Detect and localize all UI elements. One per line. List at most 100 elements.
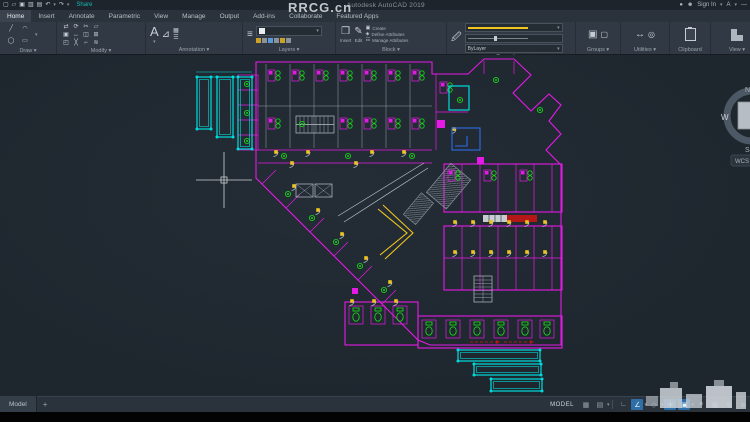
tab-insert[interactable]: Insert bbox=[31, 10, 61, 22]
viewcube[interactable]: W N S WCS ▾ bbox=[721, 87, 750, 167]
panel-label-view[interactable]: View ▾ bbox=[711, 47, 750, 54]
slider-handle[interactable] bbox=[493, 35, 497, 41]
user-icon[interactable]: ☻ bbox=[687, 2, 693, 8]
undo-caret-icon[interactable]: ▾ bbox=[53, 2, 56, 8]
explode-tool-icon[interactable]: ≋ bbox=[93, 40, 98, 46]
tab-add-ins[interactable]: Add-ins bbox=[246, 10, 282, 22]
layer-tool-icon[interactable] bbox=[273, 38, 279, 43]
linetype-dropdown[interactable]: ByLayer ▾ bbox=[464, 44, 563, 53]
fillet-tool-icon[interactable]: ◫ bbox=[83, 32, 89, 38]
trim-tool-icon[interactable]: ✂ bbox=[83, 24, 88, 30]
help-sphere-icon[interactable]: ● bbox=[679, 2, 683, 8]
app-caret-icon[interactable]: ▾ bbox=[734, 2, 737, 8]
insert-block-button[interactable]: ❒ Insert bbox=[340, 26, 351, 43]
move-tool-icon[interactable]: ⇄ bbox=[63, 24, 68, 30]
line-tool-icon[interactable]: ╱ bbox=[9, 26, 13, 32]
model-space-label[interactable]: MODEL bbox=[550, 402, 574, 408]
tab-view[interactable]: View bbox=[147, 10, 175, 22]
scale-tool-icon[interactable]: ◰ bbox=[63, 40, 69, 46]
panel-label-block[interactable]: Block ▾ bbox=[336, 47, 446, 54]
group-icon[interactable]: ▣ bbox=[588, 29, 597, 40]
accents-layer bbox=[451, 127, 534, 344]
panel-properties: 🖉 ▾ ByLayer ▾ bbox=[447, 22, 576, 60]
layer-dropdown[interactable]: ▾ bbox=[255, 26, 322, 36]
paste-icon[interactable] bbox=[684, 27, 696, 41]
sign-in-caret-icon[interactable]: ▾ bbox=[720, 2, 723, 8]
panel-label-modify[interactable]: Modify ▾ bbox=[57, 48, 145, 55]
grid-display-toggle[interactable]: ▦ bbox=[580, 399, 592, 410]
text-caret-icon[interactable]: ▾ bbox=[153, 39, 156, 45]
draw-flyout-caret-icon[interactable]: ▾ bbox=[35, 32, 38, 38]
tab-home[interactable]: Home bbox=[0, 10, 32, 22]
layer-properties-icon[interactable]: ≡ bbox=[247, 29, 253, 40]
redo-icon[interactable]: ↷ bbox=[59, 2, 64, 8]
layer-tool-icon[interactable] bbox=[285, 38, 291, 43]
manage-attributes-button[interactable]: ☷ Manage Attributes bbox=[366, 38, 409, 44]
tab-parametric[interactable]: Parametric bbox=[102, 10, 147, 22]
panel-label-clipboard[interactable]: Clipboard bbox=[670, 47, 710, 54]
open-icon[interactable]: ▱ bbox=[12, 2, 17, 8]
arc-tool-icon[interactable]: ◠ bbox=[22, 26, 27, 32]
new-layout-button[interactable]: + bbox=[37, 400, 54, 409]
minimize-button[interactable]: — bbox=[741, 2, 747, 8]
panel-modify: ⇄ ⟳ ✂ ▱ ▣ ↔ ◫ ⊞ ◰ ╳ ⌐ ≋ Modify ▾ bbox=[57, 22, 146, 54]
offset-tool-icon[interactable]: ⌐ bbox=[84, 40, 88, 46]
stretch-tool-icon[interactable]: ↔ bbox=[73, 32, 79, 38]
layer-color-swatch bbox=[258, 28, 265, 34]
undo-icon[interactable]: ↶ bbox=[45, 2, 50, 8]
redo-caret-icon[interactable]: ▾ bbox=[67, 2, 70, 8]
array-tool-icon[interactable]: ⊞ bbox=[93, 32, 98, 38]
model-layout-tab[interactable]: Model bbox=[0, 396, 37, 413]
sign-in-label[interactable]: Sign In bbox=[697, 2, 716, 8]
drawing-canvas[interactable]: W N S WCS ▾ bbox=[0, 55, 750, 396]
base-view-icon[interactable] bbox=[731, 28, 743, 41]
table-tool-icon[interactable]: ▦ bbox=[173, 28, 179, 34]
panel-groups: ▣ ▢ Groups ▾ bbox=[576, 22, 621, 54]
measure-icon[interactable]: ↔ bbox=[635, 29, 645, 40]
layer-tools bbox=[255, 38, 291, 43]
define-attributes-button[interactable]: ◈ Define Attributes bbox=[366, 32, 409, 38]
panel-label-groups[interactable]: Groups ▾ bbox=[576, 47, 620, 54]
autocad-window: ▢ ▱ ▣ ▥ ▤ ↶ ▾ ↷ ▾ Share Autodesk AutoCAD… bbox=[0, 0, 750, 422]
tab-manage[interactable]: Manage bbox=[175, 10, 213, 22]
new-drawing-icon[interactable]: ▢ bbox=[3, 2, 9, 8]
share-button[interactable]: Share bbox=[76, 2, 92, 8]
snap-mode-toggle[interactable]: ▤ bbox=[594, 399, 606, 410]
tab-output[interactable]: Output bbox=[213, 10, 247, 22]
autodesk-app-icon[interactable]: A bbox=[726, 2, 730, 8]
dimension-tool-icon[interactable]: ⊿ bbox=[162, 29, 170, 40]
status-bar: Model + MODEL ▦ ▤ ▾ ∟ ∠ ▾ ◇ ▾ ✛ ▣ ▾ ≡ ▩ … bbox=[0, 396, 750, 413]
panel-label-layers[interactable]: Layers ▾ bbox=[243, 47, 335, 54]
match-properties-icon[interactable]: 🖉 bbox=[451, 33, 462, 43]
layer-tool-icon[interactable] bbox=[261, 38, 267, 43]
save-icon[interactable]: ▣ bbox=[19, 2, 25, 8]
panel-label-annotation[interactable]: Annotation ▾ bbox=[146, 47, 242, 54]
viewcube-west-label: W bbox=[721, 113, 729, 122]
ortho-mode-toggle[interactable]: ∟ bbox=[617, 399, 629, 410]
layer-tool-icon[interactable] bbox=[267, 38, 273, 43]
rectangle-tool-icon[interactable]: ▭ bbox=[22, 38, 28, 44]
erase-tool-icon[interactable]: ╳ bbox=[74, 40, 78, 46]
leader-tool-icon[interactable]: ☰ bbox=[173, 35, 178, 41]
tab-annotate[interactable]: Annotate bbox=[62, 10, 102, 22]
panel-label-draw[interactable]: Draw ▾ bbox=[0, 48, 56, 55]
crosshair-cursor bbox=[196, 152, 252, 208]
copy-tool-icon[interactable]: ▣ bbox=[63, 32, 69, 38]
save-as-icon[interactable]: ▥ bbox=[28, 2, 34, 8]
plot-icon[interactable]: ▤ bbox=[37, 2, 43, 8]
watermark-logo bbox=[642, 380, 750, 412]
circle-tool-icon[interactable]: ◯ bbox=[8, 38, 15, 44]
edit-block-button[interactable]: ✎ Edit bbox=[354, 26, 362, 43]
ungroup-icon[interactable]: ▢ bbox=[600, 30, 608, 39]
transparency-slider[interactable] bbox=[464, 33, 563, 43]
quick-select-icon[interactable]: ◎ bbox=[648, 30, 655, 39]
rotate-tool-icon[interactable]: ⟳ bbox=[73, 24, 78, 30]
layer-tool-icon[interactable] bbox=[255, 38, 261, 43]
text-tool-icon[interactable]: A bbox=[150, 25, 159, 38]
create-block-button[interactable]: ▣ Create bbox=[366, 26, 409, 32]
snap-caret-icon[interactable]: ▾ bbox=[607, 402, 610, 408]
panel-label-utilities[interactable]: Utilities ▾ bbox=[621, 47, 669, 54]
layer-tool-icon[interactable] bbox=[279, 38, 285, 43]
mirror-tool-icon[interactable]: ▱ bbox=[94, 24, 99, 30]
object-color-dropdown[interactable]: ▾ bbox=[464, 23, 563, 32]
